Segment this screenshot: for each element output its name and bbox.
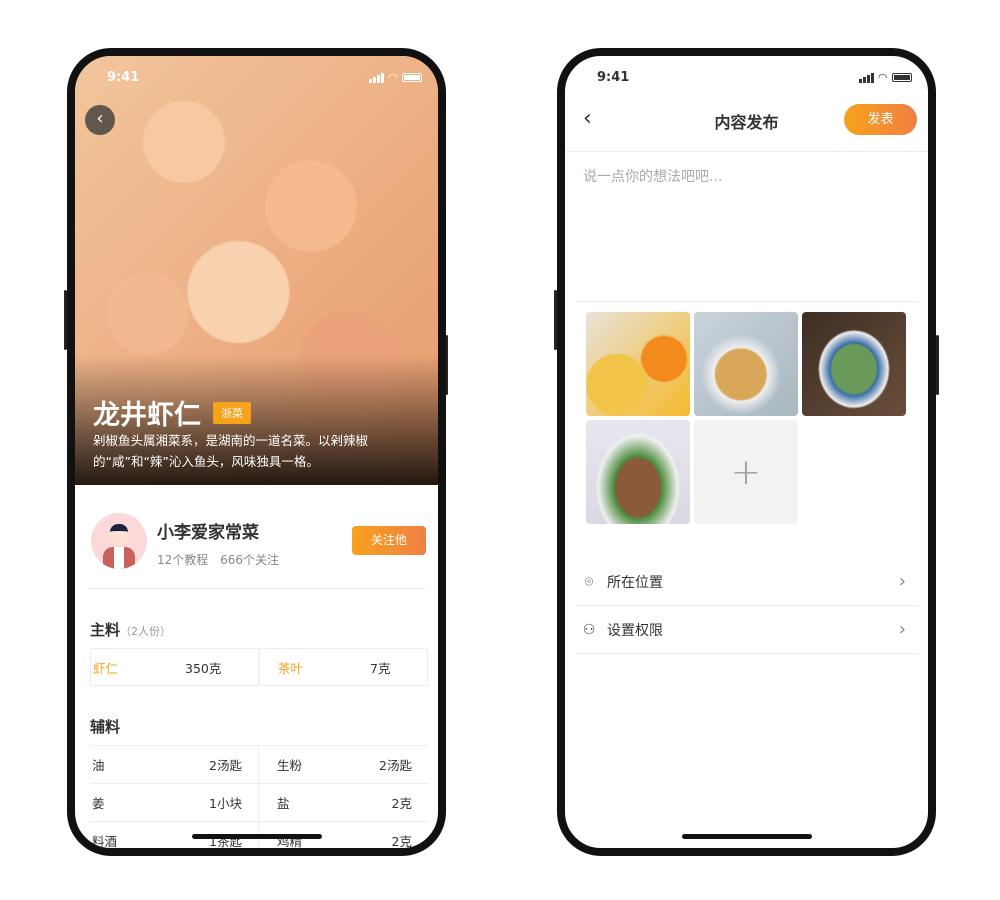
publish-screen: 9:41 ◠ ‹ 内容发布 发表 + ⌾ 所在位置 › ⚇ 设置权限 › (557, 48, 936, 856)
ingredient-row: 茶叶 7克 (259, 648, 428, 686)
main-ingredients-table: 虾仁 350克 茶叶 7克 (90, 648, 428, 686)
ingredient-amount: 1小块 (209, 796, 242, 811)
ingredient-row: 鸡精 2克 (259, 822, 428, 849)
ingredient-name: 茶叶 (278, 660, 304, 676)
servings: （2人份） (120, 625, 172, 638)
aux-ingredients-heading: 辅料 (90, 718, 121, 736)
nav-bar: ‹ 内容发布 发表 (565, 92, 928, 152)
ingredient-amount: 2克 (391, 834, 412, 849)
location-row[interactable]: ⌾ 所在位置 › (575, 558, 918, 606)
recipe-detail-screen: 9:41 ◠ ‹ 龙井虾仁 浙菜 剁椒鱼头属湘菜系，是湖南的一道名菜。以剁辣椒的… (67, 48, 446, 856)
ingredient-name: 盐 (277, 796, 290, 811)
wifi-icon: ◠ (878, 71, 887, 84)
aux-ingredients-table: 油 2汤匙 生粉 2汤匙 姜 1小块 盐 2克 料酒 1茶匙 鸡精 2克 (90, 745, 428, 849)
phone-side-button (936, 335, 939, 395)
home-indicator[interactable] (191, 834, 322, 839)
photo-thumbnail[interactable] (586, 312, 690, 416)
avatar[interactable] (91, 513, 147, 569)
ingredient-name: 油 (92, 758, 105, 773)
recipe-description: 剁椒鱼头属湘菜系，是湖南的一道名菜。以剁辣椒的“咸”和“辣”沁入鱼头，风味独具一… (93, 433, 369, 469)
status-time: 9:41 (107, 70, 140, 85)
photo-grid: + (586, 312, 906, 524)
publish-button[interactable]: 发表 (844, 104, 917, 135)
author-name[interactable]: 小李爱家常菜 (157, 518, 259, 543)
ingredient-amount: 2克 (391, 796, 412, 811)
ingredient-name: 生粉 (277, 758, 303, 773)
battery-icon (892, 73, 912, 82)
back-button[interactable]: ‹ (85, 105, 115, 135)
tutorial-count: 12个教程 (157, 553, 209, 567)
add-photo-button[interactable]: + (694, 420, 798, 524)
photo-thumbnail[interactable] (802, 312, 906, 416)
follow-button[interactable]: 关注他 (352, 526, 426, 555)
ingredient-amount: 2汤匙 (379, 758, 412, 773)
status-bar: 9:41 ◠ (75, 56, 438, 92)
main-title: 主料 (90, 621, 121, 639)
follower-count: 666个关注 (220, 553, 280, 567)
chevron-left-icon: ‹ (96, 108, 104, 129)
permission-row[interactable]: ⚇ 设置权限 › (575, 606, 918, 654)
ingredient-row: 姜 1小块 (90, 784, 259, 822)
ingredient-amount: 2汤匙 (209, 758, 242, 773)
main-ingredients-heading: 主料（2人份） (90, 619, 171, 640)
ingredient-row: 虾仁 350克 (90, 648, 259, 686)
ingredient-name: 姜 (92, 796, 105, 811)
wifi-icon: ◠ (388, 71, 397, 84)
status-bar: 9:41 ◠ (565, 56, 928, 92)
home-indicator[interactable] (681, 834, 812, 839)
ingredient-amount: 350克 (185, 660, 222, 676)
chevron-right-icon: › (898, 571, 906, 592)
signal-icon (368, 72, 384, 83)
cuisine-tag: 浙菜 (213, 401, 251, 424)
user-icon: ⚇ (582, 621, 596, 638)
ingredient-row: 油 2汤匙 (90, 746, 259, 784)
recipe-title: 龙井虾仁 (93, 400, 201, 431)
author-card: 小李爱家常菜 12个教程 666个关注 关注他 (87, 501, 426, 589)
ingredient-row: 盐 2克 (259, 784, 428, 822)
location-pin-icon: ⌾ (584, 573, 594, 590)
plus-icon: + (730, 451, 762, 493)
location-label: 所在位置 (607, 574, 663, 591)
chevron-right-icon: › (898, 619, 906, 640)
ingredient-name: 虾仁 (93, 660, 119, 676)
ingredient-row: 生粉 2汤匙 (259, 746, 428, 784)
status-time: 9:41 (597, 70, 630, 85)
photo-thumbnail[interactable] (694, 312, 798, 416)
photo-thumbnail[interactable] (586, 420, 690, 524)
ingredient-row: 料酒 1茶匙 (90, 822, 259, 849)
ingredient-amount: 7克 (370, 660, 391, 676)
post-text-input[interactable] (575, 152, 918, 302)
permission-label: 设置权限 (607, 622, 663, 639)
ingredient-name: 料酒 (92, 834, 118, 849)
signal-icon (858, 72, 874, 83)
battery-icon (402, 73, 422, 82)
